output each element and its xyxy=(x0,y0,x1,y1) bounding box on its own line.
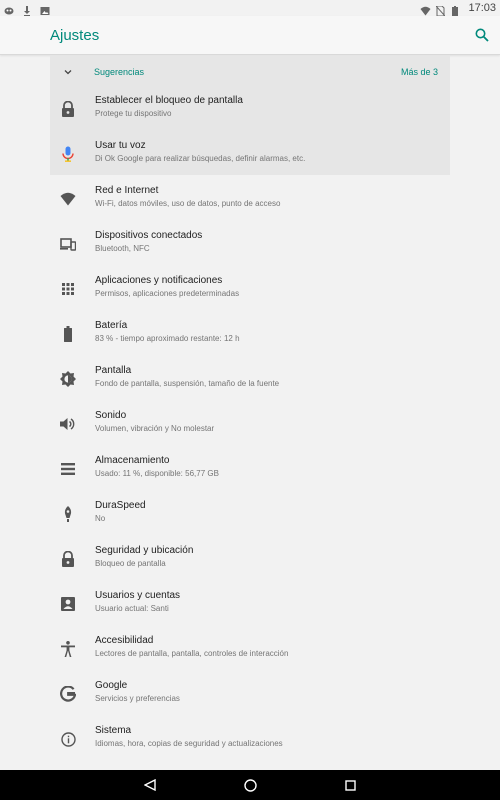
settings-item-system[interactable]: Sistema Idiomas, hora, copias de segurid… xyxy=(50,720,450,765)
settings-item-storage[interactable]: Almacenamiento Usado: 11 %, disponible: … xyxy=(50,450,450,495)
settings-item-subtitle: Servicios y preferencias xyxy=(95,694,180,703)
storage-icon xyxy=(60,461,76,477)
clock: 17:03 xyxy=(468,2,496,14)
settings-item-users[interactable]: Usuarios y cuentas Usuario actual: Santi xyxy=(50,585,450,630)
google-icon xyxy=(60,686,76,702)
alien-notification-icon xyxy=(4,3,14,15)
settings-item-title: Almacenamiento xyxy=(95,455,170,466)
suggestions-header[interactable]: Sugerencias Más de 3 xyxy=(50,56,450,88)
home-button[interactable] xyxy=(242,777,258,793)
settings-item-subtitle: Permisos, aplicaciones predeterminadas xyxy=(95,289,240,298)
suggestions-more-label[interactable]: Más de 3 xyxy=(401,67,438,77)
settings-item-title: Sistema xyxy=(95,725,132,736)
settings-item-title: Google xyxy=(95,680,128,691)
lock-icon xyxy=(60,101,76,117)
suggestion-subtitle: Protege tu dispositivo xyxy=(95,109,172,118)
settings-item-title: Sonido xyxy=(95,410,127,421)
duraspeed-icon xyxy=(60,506,76,522)
brightness-icon xyxy=(60,371,76,387)
settings-item-network[interactable]: Red e Internet Wi-Fi, datos móviles, uso… xyxy=(50,180,450,225)
settings-item-duraspeed[interactable]: DuraSpeed No xyxy=(50,495,450,540)
settings-item-title: Seguridad y ubicación xyxy=(95,545,194,556)
suggestion-title: Establecer el bloqueo de pantalla xyxy=(95,95,243,106)
no-sim-icon xyxy=(436,3,446,17)
suggestion-item-voice[interactable]: Usar tu voz Di Ok Google para realizar b… xyxy=(50,135,450,180)
settings-item-security[interactable]: Seguridad y ubicación Bloqueo de pantall… xyxy=(50,540,450,585)
settings-item-subtitle: Usuario actual: Santi xyxy=(95,604,169,613)
battery-icon xyxy=(60,326,76,342)
app-bar: Ajustes xyxy=(0,16,500,55)
settings-item-subtitle: Bloqueo de pantalla xyxy=(95,559,166,568)
suggestion-title: Usar tu voz xyxy=(95,140,146,151)
suggestion-item-screen-lock[interactable]: Establecer el bloqueo de pantalla Proteg… xyxy=(50,90,450,135)
wifi-icon xyxy=(60,191,76,207)
status-left-icons xyxy=(4,3,50,16)
search-icon xyxy=(475,28,489,42)
settings-item-subtitle: 83 % - tiempo aproximado restante: 12 h xyxy=(95,334,240,343)
wifi-icon xyxy=(420,3,431,16)
accessibility-icon xyxy=(60,641,76,657)
settings-item-google[interactable]: Google Servicios y preferencias xyxy=(50,675,450,720)
settings-item-display[interactable]: Pantalla Fondo de pantalla, suspensión, … xyxy=(50,360,450,405)
settings-item-subtitle: Lectores de pantalla, pantalla, controle… xyxy=(95,649,289,658)
navigation-bar xyxy=(0,770,500,800)
battery-icon xyxy=(452,3,462,16)
settings-item-title: Batería xyxy=(95,320,128,331)
image-icon xyxy=(40,3,50,15)
recents-button[interactable] xyxy=(342,777,358,793)
apps-grid-icon xyxy=(60,281,76,297)
search-button[interactable] xyxy=(472,25,492,45)
back-icon xyxy=(144,779,156,791)
settings-item-subtitle: Fondo de pantalla, suspensión, tamaño de… xyxy=(95,379,280,388)
settings-item-sound[interactable]: Sonido Volumen, vibración y No molestar xyxy=(50,405,450,450)
settings-item-title: Usuarios y cuentas xyxy=(95,590,181,601)
settings-item-subtitle: Usado: 11 %, disponible: 56,77 GB xyxy=(95,469,219,478)
home-icon xyxy=(243,778,257,792)
mic-icon xyxy=(60,146,76,162)
settings-item-apps[interactable]: Aplicaciones y notificaciones Permisos, … xyxy=(50,270,450,315)
info-icon xyxy=(60,731,76,747)
settings-item-accessibility[interactable]: Accesibilidad Lectores de pantalla, pant… xyxy=(50,630,450,675)
download-icon xyxy=(22,3,32,16)
settings-item-title: DuraSpeed xyxy=(95,500,146,511)
settings-item-title: Red e Internet xyxy=(95,185,159,196)
status-bar: 17:03 xyxy=(0,0,500,17)
settings-item-subtitle: Wi-Fi, datos móviles, uso de datos, punt… xyxy=(95,199,281,208)
settings-item-subtitle: No xyxy=(95,514,106,523)
lock-icon xyxy=(60,551,76,567)
recents-icon xyxy=(344,779,356,791)
settings-item-title: Pantalla xyxy=(95,365,132,376)
devices-icon xyxy=(60,236,76,252)
page-title: Ajustes xyxy=(50,26,100,44)
settings-item-title: Aplicaciones y notificaciones xyxy=(95,275,223,286)
settings-item-battery[interactable]: Batería 83 % - tiempo aproximado restant… xyxy=(50,315,450,360)
settings-item-title: Dispositivos conectados xyxy=(95,230,203,241)
account-box-icon xyxy=(60,596,76,612)
settings-item-title: Accesibilidad xyxy=(95,635,154,646)
status-right-icons: 17:03 xyxy=(420,2,496,17)
suggestion-subtitle: Di Ok Google para realizar búsquedas, de… xyxy=(95,154,306,163)
settings-item-subtitle: Idiomas, hora, copias de seguridad y act… xyxy=(95,739,283,748)
chevron-down-icon[interactable] xyxy=(62,66,74,78)
suggestions-title: Sugerencias xyxy=(94,67,145,77)
back-button[interactable] xyxy=(142,777,158,793)
settings-item-connected-devices[interactable]: Dispositivos conectados Bluetooth, NFC xyxy=(50,225,450,270)
volume-icon xyxy=(60,416,76,432)
settings-item-subtitle: Bluetooth, NFC xyxy=(95,244,150,253)
settings-item-subtitle: Volumen, vibración y No molestar xyxy=(95,424,215,433)
